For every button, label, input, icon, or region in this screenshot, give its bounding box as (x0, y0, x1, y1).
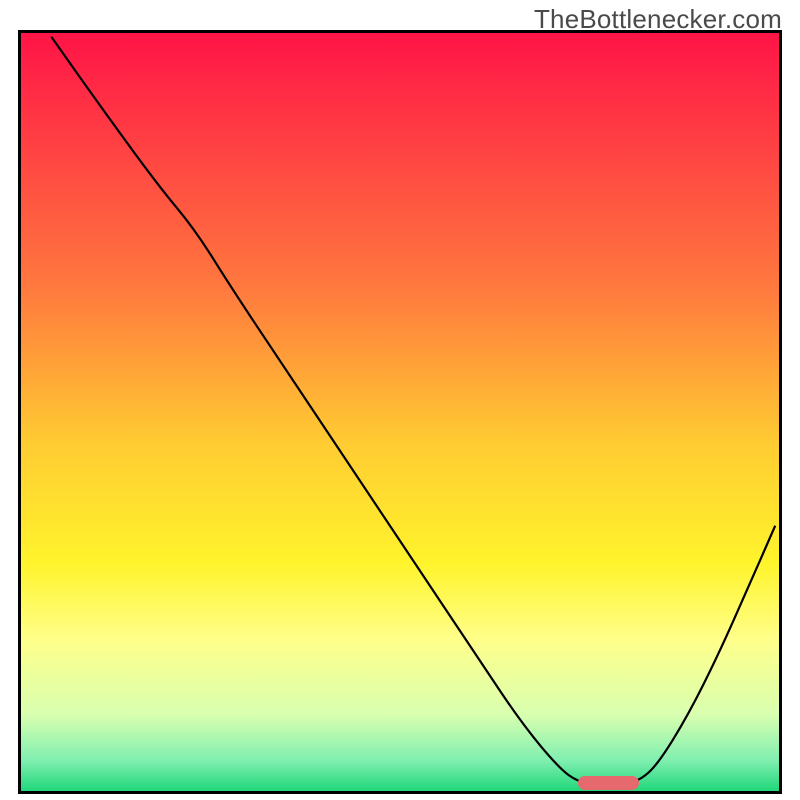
chart-container: TheBottlenecker.com (0, 0, 800, 800)
watermark-label: TheBottlenecker.com (534, 4, 782, 35)
chart-frame (18, 30, 782, 794)
optimal-range-marker (578, 776, 639, 790)
gradient-background (21, 33, 779, 791)
plot-svg (21, 33, 779, 791)
chart-inner (21, 33, 779, 791)
